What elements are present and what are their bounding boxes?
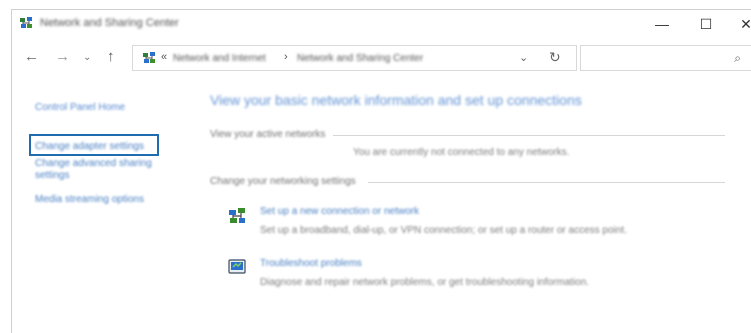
- breadcrumb-network-internet[interactable]: Network and Internet: [173, 53, 266, 64]
- setup-connection-link[interactable]: Set up a new connection or network: [260, 206, 419, 217]
- refresh-icon[interactable]: ↻: [549, 49, 561, 66]
- address-bar[interactable]: « Network and Internet › Network and Sha…: [132, 45, 577, 71]
- maximize-button[interactable]: ☐: [688, 12, 724, 36]
- network-setup-icon: [229, 208, 245, 223]
- minimize-button[interactable]: —: [644, 12, 680, 36]
- chevron-down-icon[interactable]: ⌄: [519, 51, 528, 64]
- troubleshoot-icon: [228, 259, 246, 274]
- sidebar-item-home[interactable]: Control Panel Home: [35, 102, 125, 114]
- window-title: Network and Sharing Center: [40, 17, 179, 29]
- page-title: View your basic network information and …: [210, 92, 582, 108]
- network-center-icon: [143, 52, 155, 63]
- divider: [333, 135, 725, 136]
- sidebar-item-adapter-settings[interactable]: Change adapter settings: [35, 141, 144, 153]
- sidebar-item-sharing-settings[interactable]: Change advanced sharing settings: [35, 158, 175, 182]
- breadcrumb-sharing-center[interactable]: Network and Sharing Center: [297, 53, 423, 64]
- connection-status: You are currently not connected to any n…: [353, 147, 570, 158]
- divider: [368, 182, 725, 183]
- setup-connection-description: Set up a broadband, dial-up, or VPN conn…: [260, 225, 627, 236]
- overflow-chevron-icon[interactable]: «: [161, 51, 167, 63]
- back-button[interactable]: ←: [24, 48, 39, 65]
- search-icon: ⌕: [734, 51, 741, 65]
- troubleshoot-description: Diagnose and repair network problems, or…: [260, 277, 590, 288]
- close-button[interactable]: ✕: [728, 12, 751, 36]
- network-center-icon: [20, 17, 32, 28]
- section-active-networks: View your active networks: [210, 129, 326, 140]
- title-bar: Network and Sharing Center — ☐ ✕: [12, 10, 751, 38]
- main-content: View your basic network information and …: [208, 80, 751, 330]
- recent-locations-button[interactable]: ⌄: [83, 52, 91, 63]
- forward-button[interactable]: →: [55, 48, 70, 65]
- section-change-settings: Change your networking settings: [210, 176, 356, 187]
- sidebar: Control Panel Home Change adapter settin…: [12, 80, 192, 330]
- explorer-window: Network and Sharing Center — ☐ ✕ ← → ⌄ ↑…: [11, 9, 751, 333]
- troubleshoot-link[interactable]: Troubleshoot problems: [260, 258, 362, 269]
- sidebar-item-media-streaming[interactable]: Media streaming options: [35, 194, 144, 206]
- up-button[interactable]: ↑: [107, 48, 115, 65]
- breadcrumb-separator-icon[interactable]: ›: [284, 51, 288, 63]
- search-input[interactable]: ⌕: [580, 45, 751, 71]
- navigation-bar: ← → ⌄ ↑ « Network and Internet › Network…: [12, 40, 751, 76]
